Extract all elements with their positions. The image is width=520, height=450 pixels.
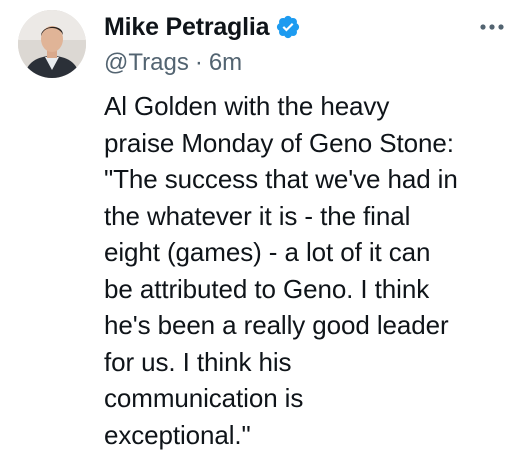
avatar[interactable]	[18, 10, 86, 78]
author-handle[interactable]: @Trags	[104, 49, 189, 76]
meta-separator: ·	[194, 49, 203, 76]
profile-photo-icon	[18, 10, 86, 78]
tweet-timestamp[interactable]: 6m	[209, 49, 242, 76]
tweet-meta: @Trags · 6m	[104, 48, 508, 78]
tweet-text: Al Golden with the heavy praise Monday o…	[104, 91, 458, 450]
tweet-header: Mike Petraglia @Trags · 6m	[104, 12, 508, 78]
name-row: Mike Petraglia	[104, 12, 508, 42]
author-display-name[interactable]: Mike Petraglia	[104, 13, 270, 42]
more-options-button[interactable]	[476, 16, 508, 38]
verified-badge-icon	[275, 14, 301, 40]
tweet-card[interactable]: Mike Petraglia @Trags · 6m Al Golden with …	[0, 0, 520, 450]
more-options-icon	[480, 24, 504, 30]
